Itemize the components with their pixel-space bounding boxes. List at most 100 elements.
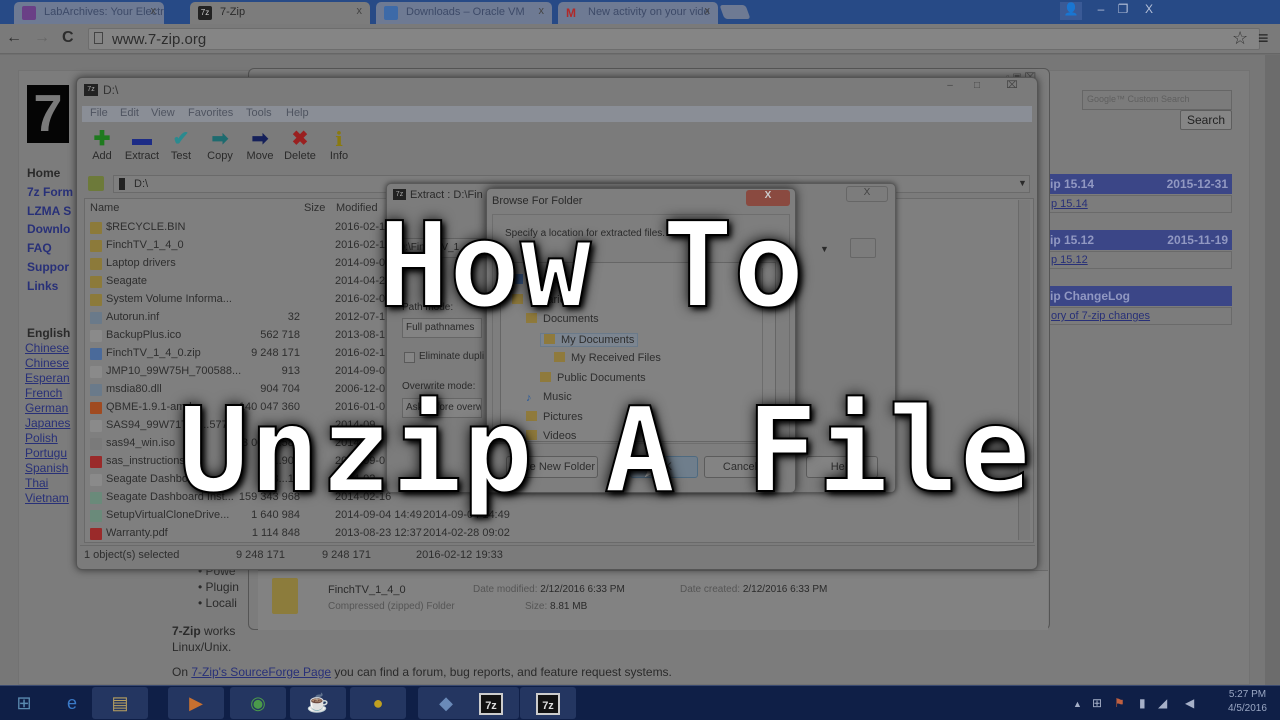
lang-link[interactable]: French [25,386,62,400]
taskbar-coffee-app[interactable]: ☕ [290,687,346,719]
nav-home[interactable]: Home [27,166,60,180]
7zip-close[interactable]: ⌧ [992,80,1032,94]
taskbar-7zip-2[interactable]: 7z [520,687,576,719]
changelog-link[interactable]: ory of 7-zip changes [1040,307,1232,325]
taskbar-internet-explorer[interactable]: e [52,687,92,719]
lang-link[interactable]: Chinese [25,341,69,355]
delete-button[interactable]: ✖ Delete [278,128,322,162]
test-button[interactable]: ✔ Test [159,128,203,162]
minimize-button[interactable]: – [1090,2,1112,20]
network-signal-icon[interactable]: ◢ [1158,696,1167,710]
taskbar-media-player[interactable]: ▶ [168,687,224,719]
taskbar-vpn-app[interactable]: ● [350,687,406,719]
search-button[interactable]: Search [1180,110,1232,130]
lang-link[interactable]: Vietnam [25,491,69,505]
column-header-name[interactable]: Name [90,202,119,214]
menu-file[interactable]: File [90,107,108,119]
reload-icon[interactable]: C [62,29,74,47]
lang-link[interactable]: Thai [25,476,48,490]
file-row[interactable]: Autorun.inf 32 2012-07-1 [90,310,390,328]
forward-icon[interactable]: → [34,29,50,47]
menu-tools[interactable]: Tools [246,107,272,119]
close-tab-icon[interactable]: x [151,5,157,17]
taskbar-start-button[interactable]: ⊞ [4,687,44,719]
7zip-maximize[interactable]: □ [964,80,990,94]
file-row[interactable]: System Volume Informa... 2016-02-0 [90,292,390,310]
lang-link[interactable]: Japanes [25,416,70,430]
extract-button[interactable]: ▬ Extract [120,128,164,162]
maximize-button[interactable]: ❐ [1112,2,1134,20]
lang-link[interactable]: Chinese [25,356,69,370]
lang-link[interactable]: Spanish [25,461,68,475]
tree-item[interactable]: My Documents [540,332,639,347]
page-scrollbar[interactable] [1265,55,1280,685]
system-clock[interactable]: 5:27 PM 4/5/2016 [1228,688,1267,716]
address-bar[interactable] [88,28,1260,50]
nav-support[interactable]: Suppor [27,260,69,274]
add-button[interactable]: ✚ Add [80,128,124,162]
lang-link[interactable]: German [25,401,68,415]
back-icon[interactable]: ← [6,29,22,47]
path-dropdown-icon[interactable]: ▼ [820,244,829,254]
move-button[interactable]: ➡ Move [238,128,282,162]
release-link[interactable]: p 15.14 [1040,195,1232,213]
battery-icon[interactable]: ▮ [1139,696,1146,710]
file-row[interactable]: Warranty.pdf 1 114 848 2013-08-23 12:37 201… [90,526,510,544]
extract-close-button[interactable]: X [846,186,888,202]
menu-view[interactable]: View [151,107,175,119]
tray-overflow-icon[interactable]: ▲ [1073,699,1082,709]
release-link[interactable]: p 15.12 [1040,251,1232,269]
lang-link[interactable]: Esperan [25,371,70,385]
7zip-minimize[interactable]: – [936,80,964,94]
tree-item[interactable]: My Received Files [554,352,661,364]
eliminate-duplicates-checkbox[interactable] [404,352,415,363]
url-text[interactable]: www.7-zip.org [112,31,206,48]
close-tab-icon[interactable]: x [705,5,711,17]
new-tab-button[interactable] [719,5,751,19]
file-file-icon [90,420,102,432]
sourceforge-link[interactable]: 7-Zip's SourceForge Page [191,665,331,679]
tab-downloads-oracle[interactable]: Downloads – Oracle VM x [376,2,552,24]
info-button[interactable]: i Info [317,128,361,162]
column-header-size[interactable]: Size [304,202,325,214]
nav-links[interactable]: Links [27,279,58,293]
file-row[interactable]: FinchTV_1_4_0 2016-02-1 [90,238,390,256]
nav-faq[interactable]: FAQ [27,241,52,255]
taskbar-file-explorer[interactable]: ▤ [92,687,148,719]
copy-button[interactable]: ➡ Copy [198,128,242,162]
google-search-input[interactable]: Google™ Custom Search [1082,90,1232,110]
file-row[interactable]: BackupPlus.ico 562 718 2013-08-1 [90,328,390,346]
menu-edit[interactable]: Edit [120,107,139,119]
release-title: zip 15.14 [1044,177,1095,191]
path-dropdown-icon[interactable]: ▼ [1018,178,1027,188]
volume-icon[interactable]: ◀ [1185,696,1194,710]
file-row[interactable]: Seagate 2014-04-2 [90,274,390,292]
action-center-icon[interactable]: ⚑ [1114,696,1125,710]
bookmark-star-icon[interactable]: ☆ [1232,28,1248,49]
tab-gmail[interactable]: M New activity on your vide x [558,2,718,24]
file-row[interactable]: Laptop drivers 2014-09-0 [90,256,390,274]
nav-download[interactable]: Downlo [27,222,70,236]
file-row[interactable]: $RECYCLE.BIN 2016-02-1 [90,220,390,238]
file-row[interactable]: JMP10_99W75H_700588... 913 2014-09-0 [90,364,390,382]
close-tab-icon[interactable]: x [357,5,363,17]
file-row[interactable]: FinchTV_1_4_0.zip 9 248 171 2016-02-1 [90,346,390,364]
tab-7zip[interactable]: 7z 7-Zip x [190,2,370,24]
browse-path-button[interactable] [850,238,876,258]
nav-lzma-sdk[interactable]: LZMA S [27,204,71,218]
windows-flag-icon[interactable]: ⊞ [1092,696,1102,710]
up-folder-icon[interactable] [88,176,104,191]
taskbar-chrome[interactable]: ◉ [230,687,286,719]
lang-link[interactable]: Polish [25,431,58,445]
menu-help[interactable]: Help [286,107,309,119]
taskbar-7zip-1[interactable]: 7z [463,687,519,719]
menu-icon[interactable]: ≡ [1258,28,1269,49]
menu-favorites[interactable]: Favorites [188,107,233,119]
close-window-button[interactable]: X [1138,2,1160,20]
tab-labarchives[interactable]: LabArchives: Your Electro x [14,2,164,24]
lang-link[interactable]: Portugu [25,446,67,460]
user-icon[interactable]: 👤 [1060,2,1082,20]
nav-7z-format[interactable]: 7z Form [27,185,73,199]
column-header-modified[interactable]: Modified [336,202,378,214]
close-tab-icon[interactable]: x [539,5,545,17]
